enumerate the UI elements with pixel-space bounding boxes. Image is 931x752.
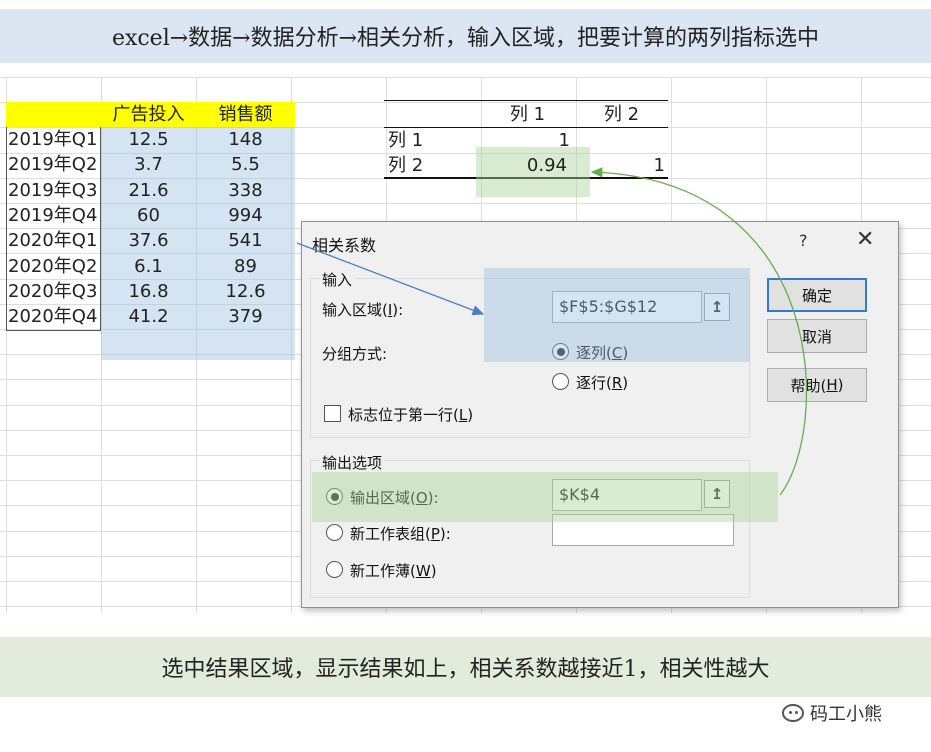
sales-value-cell[interactable]: 379 xyxy=(196,304,295,329)
result-r2c2[interactable]: 1 xyxy=(575,153,665,178)
result-r2c1[interactable]: 0.94 xyxy=(480,153,567,178)
new-book-radio[interactable] xyxy=(326,561,343,578)
result-col2-header[interactable]: 列 2 xyxy=(575,102,668,127)
header-ad[interactable]: 广告投入 xyxy=(101,102,196,127)
top-banner: excel→数据→数据分析→相关分析，输入区域，把要计算的两列指标选中 xyxy=(0,9,931,63)
ad-value-cell[interactable]: 37.6 xyxy=(101,228,196,253)
result-row1-label[interactable]: 列 1 xyxy=(388,128,478,153)
input-group-title: 输入 xyxy=(320,269,355,290)
input-range-label: 输入区域(I): xyxy=(322,301,404,319)
sales-value-cell[interactable]: 338 xyxy=(196,178,295,203)
labels-first-row-label: 标志位于第一行(L) xyxy=(348,406,474,424)
result-row2-label[interactable]: 列 2 xyxy=(388,153,478,178)
ad-value-cell[interactable]: 12.5 xyxy=(101,127,196,152)
sales-value-cell[interactable]: 148 xyxy=(196,127,295,152)
close-icon[interactable]: ✕ xyxy=(856,227,874,252)
output-group-title: 输出选项 xyxy=(320,452,385,473)
ad-value-cell[interactable]: 3.7 xyxy=(101,152,196,177)
grouping-label: 分组方式: xyxy=(322,345,388,363)
row-label-cell[interactable]: 2020年Q1 xyxy=(8,228,101,253)
output-highlight xyxy=(312,472,778,522)
row-label-cell[interactable]: 2020年Q2 xyxy=(8,254,101,279)
result-top-rule xyxy=(384,100,668,101)
ad-value-cell[interactable]: 16.8 xyxy=(101,279,196,304)
row-label-cell[interactable]: 2019年Q2 xyxy=(8,152,101,177)
ad-value-cell[interactable]: 60 xyxy=(101,203,196,228)
correlation-dialog: 相关系数 ? ✕ 输入 输入区域(I): $F$5:$G$12 ↥ 分组方式: … xyxy=(301,221,899,608)
ok-button[interactable]: 确定 xyxy=(767,278,867,312)
help-button[interactable]: 帮助(H) xyxy=(767,368,867,402)
new-book-label: 新工作薄(W) xyxy=(350,562,437,580)
cancel-button[interactable]: 取消 xyxy=(767,319,867,353)
by-row-radio[interactable] xyxy=(552,373,569,390)
wechat-icon xyxy=(782,704,804,722)
watermark-text: 码工小熊 xyxy=(810,704,882,725)
sales-value-cell[interactable]: 541 xyxy=(196,228,295,253)
row-label-cell[interactable]: 2019年Q1 xyxy=(8,127,101,152)
labels-first-row-checkbox[interactable] xyxy=(324,405,341,422)
sales-value-cell[interactable]: 994 xyxy=(196,203,295,228)
ad-value-cell[interactable]: 41.2 xyxy=(101,304,196,329)
sales-value-cell[interactable]: 89 xyxy=(196,254,295,279)
dialog-title: 相关系数 xyxy=(312,236,377,255)
row-label-cell[interactable]: 2019年Q3 xyxy=(8,178,101,203)
sales-value-cell[interactable]: 12.6 xyxy=(196,279,295,304)
ad-value-cell[interactable]: 6.1 xyxy=(101,254,196,279)
by-row-label: 逐行(R) xyxy=(576,374,629,392)
watermark: 码工小熊 xyxy=(782,700,882,726)
result-r1c1[interactable]: 1 xyxy=(480,128,570,153)
new-sheet-label: 新工作表组(P): xyxy=(350,525,451,543)
ad-value-cell[interactable]: 21.6 xyxy=(101,178,196,203)
result-col1-header[interactable]: 列 1 xyxy=(480,102,575,127)
bottom-banner: 选中结果区域，显示结果如上，相关系数越接近1，相关性越大 xyxy=(0,637,931,697)
header-sales[interactable]: 销售额 xyxy=(196,102,295,127)
row-label-cell[interactable]: 2019年Q4 xyxy=(8,203,101,228)
help-question-icon[interactable]: ? xyxy=(799,231,808,250)
sales-value-cell[interactable]: 5.5 xyxy=(196,152,295,177)
row-label-cell[interactable]: 2020年Q3 xyxy=(8,279,101,304)
new-sheet-radio[interactable] xyxy=(326,524,343,541)
row-label-cell[interactable]: 2020年Q4 xyxy=(8,304,101,329)
input-highlight xyxy=(484,268,750,362)
